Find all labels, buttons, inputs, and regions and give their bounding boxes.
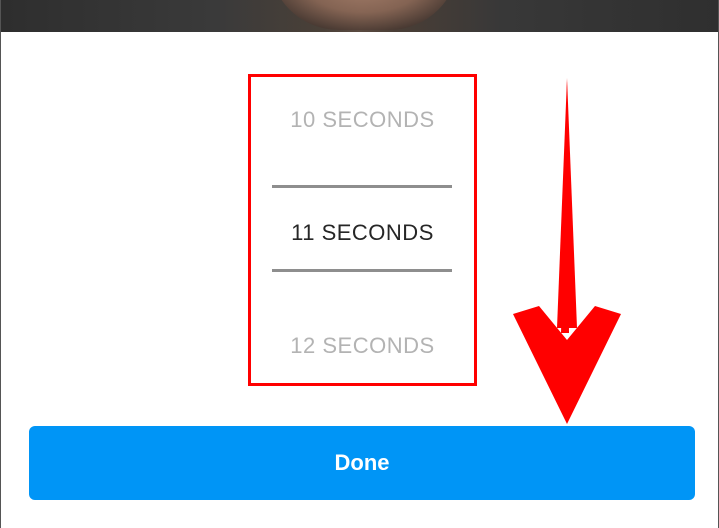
screen: 10 SECONDS 11 SECONDS 12 SECONDS Done (0, 0, 719, 528)
selection-divider-top (272, 185, 452, 188)
duration-option-11-selected[interactable]: 11 SECONDS (251, 220, 474, 246)
duration-option-10[interactable]: 10 SECONDS (251, 107, 474, 133)
duration-option-12[interactable]: 12 SECONDS (251, 333, 474, 359)
selection-divider-bottom (272, 269, 452, 272)
done-button[interactable]: Done (29, 426, 695, 500)
duration-picker[interactable]: 10 SECONDS 11 SECONDS 12 SECONDS (248, 74, 477, 386)
down-arrow-annotation-icon (513, 78, 621, 424)
photo-subject (269, 0, 459, 30)
story-photo-preview (1, 0, 718, 32)
